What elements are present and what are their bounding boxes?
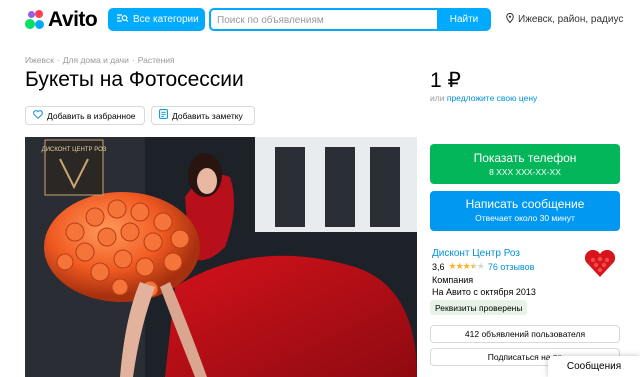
messages-tab[interactable]: Сообщения (548, 356, 640, 377)
add-to-favorites-label: Добавить в избранное (47, 110, 136, 121)
response-time: Отвечает около 30 минут (475, 213, 575, 223)
search-input[interactable] (211, 11, 437, 30)
location-label: Ижевск, район, радиус (518, 14, 624, 25)
seller-name[interactable]: Дисконт Центр Роз (432, 248, 520, 259)
write-message-label: Написать сообщение (465, 197, 585, 211)
breadcrumb: Ижевск · Для дома и дачи · Растения (25, 55, 175, 65)
verified-badge: Реквизиты проверены (430, 300, 528, 315)
breadcrumb-item-plants[interactable]: Растения (138, 55, 175, 65)
breadcrumb-item-city[interactable]: Ижевск (25, 55, 54, 65)
rating-stars-icon: ★★★★★ (448, 261, 485, 271)
show-phone-button[interactable]: Показать телефон 8 XXX XXX-XX-XX (430, 144, 620, 184)
all-categories-label: Все категории (133, 14, 199, 25)
breadcrumb-item-home[interactable]: Для дома и дачи (63, 55, 129, 65)
listing-photo[interactable]: ДИСКОНТ ЦЕНТР РОЗ (25, 137, 417, 377)
seller-avatar[interactable] (578, 243, 622, 283)
logo-text: Avito (48, 8, 98, 31)
seller-since: На Авито с октября 2013 (432, 287, 536, 297)
seller-rating: 3,6 ★★★★★ 76 отзывов (432, 261, 534, 272)
photo-watermark: ДИСКОНТ ЦЕНТР РОЗ (42, 147, 107, 153)
offer-price-link[interactable]: предложите свою цену (447, 93, 537, 103)
add-to-favorites-button[interactable]: Добавить в избранное (25, 106, 145, 125)
add-note-button[interactable]: Добавить заметку (151, 106, 255, 125)
note-icon (159, 109, 168, 122)
location-selector[interactable]: Ижевск, район, радиус (506, 12, 624, 26)
catalog-search-icon (117, 13, 129, 26)
seller-type: Компания (432, 275, 474, 285)
find-button[interactable]: Найти (437, 8, 491, 31)
add-note-label: Добавить заметку (172, 110, 243, 121)
listing-price: 1 ₽ (430, 69, 461, 92)
rating-value: 3,6 (432, 261, 445, 272)
show-phone-label: Показать телефон (473, 151, 577, 165)
heart-icon (33, 109, 43, 122)
all-categories-button[interactable]: Все категории (108, 8, 205, 31)
avito-logo[interactable]: Avito (25, 8, 98, 32)
write-message-button[interactable]: Написать сообщение Отвечает около 30 мин… (430, 191, 620, 231)
location-pin-icon (506, 12, 514, 26)
price-offer: или предложите свою цену (430, 93, 537, 103)
listing-title: Букеты на Фотосессии (25, 68, 244, 91)
price-offer-prefix: или (430, 93, 445, 103)
reviews-link[interactable]: 76 отзывов (488, 262, 535, 272)
search-field[interactable] (209, 8, 439, 31)
logo-dots-icon (25, 10, 45, 30)
phone-masked: 8 XXX XXX-XX-XX (489, 167, 561, 177)
seller-ads-count-button[interactable]: 412 объявлений пользователя (430, 325, 620, 343)
